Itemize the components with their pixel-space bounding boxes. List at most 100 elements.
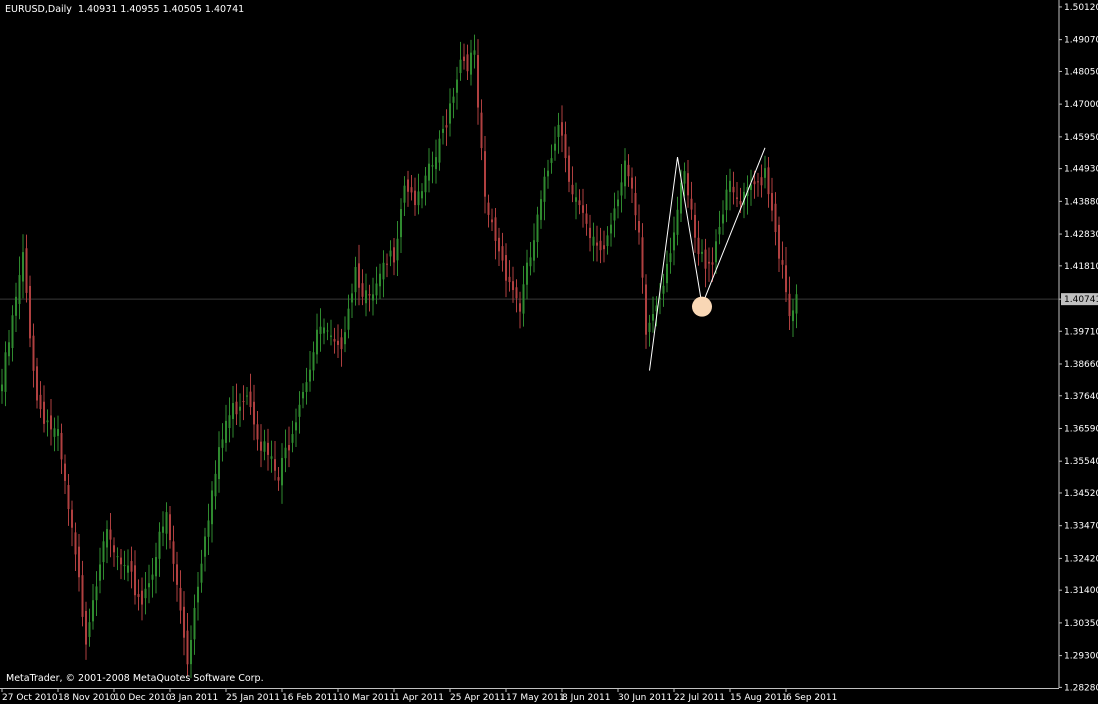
y-tick-label: 1.49070 [1064, 36, 1098, 46]
candle-body [337, 340, 339, 345]
candle-body [249, 391, 252, 408]
candle-body [708, 261, 710, 264]
candle-body [43, 401, 45, 424]
x-tick-label: 22 Jul 2011 [674, 693, 725, 703]
y-tick-label: 1.38660 [1064, 360, 1098, 370]
candle-body [39, 394, 42, 410]
candle-body [477, 55, 479, 108]
candle-body [134, 565, 136, 596]
candle-body [788, 293, 791, 317]
candle-body [473, 50, 476, 55]
marker-circle[interactable] [692, 296, 712, 317]
y-tick-label: 1.29300 [1064, 652, 1098, 662]
candle-body [442, 128, 444, 133]
candle-body [235, 401, 238, 415]
candle-body [487, 202, 490, 215]
candle-body [46, 420, 49, 423]
candle-body [540, 199, 542, 220]
candle-body [368, 294, 371, 296]
candle-body [508, 276, 511, 283]
candle-body [32, 335, 35, 371]
y-tick-label: 1.37640 [1064, 392, 1098, 402]
candle-body [599, 240, 602, 251]
candle-body [757, 181, 759, 183]
candle-body [596, 242, 598, 246]
candle-body [729, 180, 731, 192]
candle-body [50, 415, 52, 430]
x-tick-label: 30 Jun 2011 [618, 693, 672, 703]
x-tick-label: 18 Nov 2010 [58, 693, 116, 703]
candle-body [564, 134, 567, 159]
candle-body [120, 557, 122, 565]
x-tick-label: 27 Oct 2010 [2, 693, 58, 703]
candle-body [669, 253, 672, 263]
candle-body [470, 52, 472, 75]
candle-body [389, 250, 392, 257]
candle-body [340, 337, 343, 350]
candle-body [207, 520, 210, 537]
candle-body [519, 303, 521, 312]
current-price-label: 1.40741 [1064, 295, 1098, 305]
candle-body [239, 406, 241, 411]
candle-body [15, 296, 17, 316]
candle-body [144, 588, 147, 599]
candle-body [410, 187, 413, 193]
candle-body [386, 263, 388, 265]
candle-body [151, 574, 154, 580]
candle-body [795, 294, 798, 314]
candle-body [179, 587, 182, 611]
candle-body [494, 217, 497, 241]
candle-body [617, 199, 619, 207]
candle-body [515, 287, 518, 299]
candle-body [550, 158, 553, 163]
candle-body [491, 219, 493, 223]
candle-body [127, 565, 129, 573]
candle-body [4, 352, 7, 392]
candle-body [690, 198, 693, 210]
candle-body [449, 103, 451, 124]
candle-body [445, 125, 448, 128]
candle-body [309, 369, 311, 382]
candle-body [484, 151, 486, 197]
candle-body [361, 283, 364, 297]
candle-body [498, 237, 500, 252]
candle-body [764, 168, 766, 178]
x-tick-label: 17 May 2011 [506, 693, 565, 703]
candle-body [760, 177, 763, 186]
candle-body [113, 545, 115, 553]
candle-body [379, 273, 381, 287]
candle-body [732, 186, 735, 193]
candle-body [578, 200, 581, 206]
candle-body [725, 189, 728, 211]
candle-body [298, 404, 301, 417]
candle-body [116, 556, 119, 558]
candle-body [557, 124, 560, 138]
candle-body [155, 557, 157, 577]
candle-body [393, 247, 395, 263]
candle-body [130, 561, 133, 572]
candle-body [627, 164, 630, 177]
candle-body [74, 532, 77, 555]
candle-body [148, 583, 150, 588]
axes-group [0, 0, 1060, 689]
candle-body [18, 275, 21, 304]
candle-body [428, 163, 430, 181]
candle-body [225, 420, 227, 443]
candle-body [561, 122, 563, 136]
candle-body [162, 526, 164, 533]
candle-body [715, 241, 717, 263]
candle-body [680, 182, 682, 214]
candle-body [221, 439, 224, 448]
candle-body [281, 457, 283, 486]
y-tick-label: 1.34520 [1064, 489, 1098, 499]
candle-body [232, 403, 234, 420]
candle-body [701, 251, 703, 254]
candle-body [687, 173, 689, 196]
price-chart[interactable]: 1.50120 1.49070 1.48050 1.47000 1.45950 1.449… [0, 0, 1098, 704]
x-tick-label: 6 Sep 2011 [786, 693, 837, 703]
candle-body [197, 586, 199, 603]
candle-body [512, 281, 514, 291]
candle-body [463, 56, 465, 61]
candle-body [631, 177, 633, 189]
y-tick-label: 1.42830 [1064, 230, 1098, 240]
